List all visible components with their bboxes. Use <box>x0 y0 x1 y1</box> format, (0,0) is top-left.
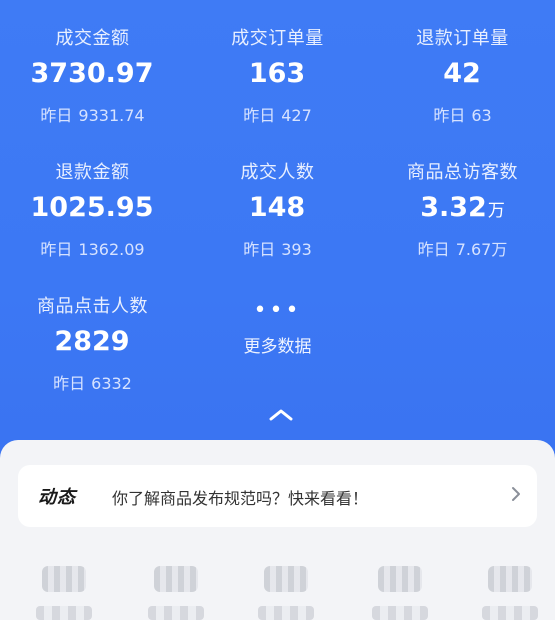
stat-visitors[interactable]: 商品总访客数 3.32万 昨日 7.67万 <box>370 134 555 264</box>
stat-refund-orders[interactable]: 退款订单量 42 昨日 63 <box>370 0 555 130</box>
stat-yesterday: 昨日 9331.74 <box>40 106 145 125</box>
stat-buyers[interactable]: 成交人数 148 昨日 393 <box>185 134 370 264</box>
more-dots-icon: ••• <box>253 298 302 323</box>
shortcut-item[interactable] <box>372 558 428 620</box>
stat-yesterday: 昨日 7.67万 <box>417 240 508 259</box>
chevron-right-icon <box>512 487 520 501</box>
stat-yesterday: 昨日 1362.09 <box>40 240 145 259</box>
stat-orders[interactable]: 成交订单量 163 昨日 427 <box>185 0 370 130</box>
shortcut-icon <box>488 566 532 592</box>
stat-value: 1025.95 <box>30 192 154 223</box>
content-panel: 动态 你了解商品发布规范吗？快来看看！ <box>0 440 555 620</box>
stats-header: 成交金额 3730.97 昨日 9331.74 成交订单量 163 昨日 427 退… <box>0 0 555 470</box>
stat-refund-amount[interactable]: 退款金额 1025.95 昨日 1362.09 <box>0 134 185 264</box>
news-notice-card[interactable]: 动态 你了解商品发布规范吗？快来看看！ <box>18 465 537 527</box>
stat-label: 退款订单量 <box>416 28 509 49</box>
more-data-label: 更多数据 <box>243 337 312 357</box>
stat-label: 成交金额 <box>55 28 130 49</box>
shortcut-label <box>148 606 204 620</box>
shortcut-icon <box>264 566 308 592</box>
more-data-button[interactable]: ••• 更多数据 <box>185 298 370 358</box>
news-tag: 动态 <box>38 487 76 508</box>
stat-clicks[interactable]: 商品点击人数 2829 昨日 6332 <box>0 268 185 398</box>
stat-value: 3.32万 <box>420 192 505 223</box>
stat-value: 2829 <box>54 326 130 357</box>
stat-yesterday: 昨日 63 <box>433 106 492 125</box>
stat-value: 3730.97 <box>30 58 154 89</box>
stat-value: 148 <box>248 192 306 223</box>
stat-yesterday: 昨日 6332 <box>53 374 132 393</box>
stat-label: 成交人数 <box>240 162 315 183</box>
stat-yesterday: 昨日 427 <box>243 106 312 125</box>
shortcut-item[interactable] <box>36 558 92 620</box>
shortcut-row <box>0 550 555 620</box>
shortcut-label <box>482 606 538 620</box>
shortcut-item[interactable] <box>258 558 314 620</box>
stat-label: 退款金额 <box>55 162 130 183</box>
collapse-button[interactable] <box>262 403 300 427</box>
shortcut-item[interactable] <box>482 558 538 620</box>
shortcut-label <box>372 606 428 620</box>
stat-value: 163 <box>248 58 306 89</box>
shortcut-icon <box>154 566 198 592</box>
shortcut-item[interactable] <box>148 558 204 620</box>
news-message: 你了解商品发布规范吗？快来看看！ <box>112 489 369 508</box>
shortcut-icon <box>378 566 422 592</box>
stat-label: 商品总访客数 <box>407 162 518 183</box>
stat-gmv[interactable]: 成交金额 3730.97 昨日 9331.74 <box>0 0 185 130</box>
shortcut-label <box>36 606 92 620</box>
stat-yesterday: 昨日 393 <box>243 240 312 259</box>
stat-label: 商品点击人数 <box>37 296 148 317</box>
stat-label: 成交订单量 <box>231 28 324 49</box>
chevron-up-icon <box>269 409 293 421</box>
shortcut-icon <box>42 566 86 592</box>
shortcut-label <box>258 606 314 620</box>
stat-value: 42 <box>443 58 481 89</box>
